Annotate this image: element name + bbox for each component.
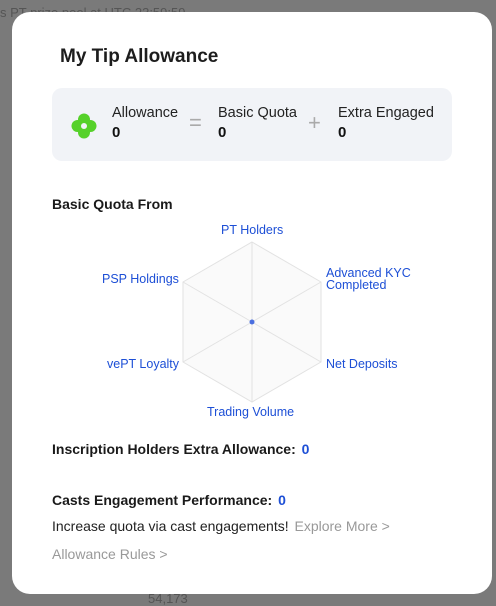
axis-label-psp-holdings: PSP Holdings <box>102 272 179 286</box>
allowance-rules-link[interactable]: Allowance Rules > <box>52 546 168 562</box>
equals-icon: = <box>189 110 202 135</box>
allowance-metric: Allowance 0 <box>112 105 178 141</box>
inscription-allowance: Inscription Holders Extra Allowance: 0 <box>52 441 309 457</box>
casts-info-text: Increase quota via cast engagements! <box>52 518 289 534</box>
tip-allowance-modal: My Tip Allowance Allowance 0 = Basic Quo… <box>12 12 492 594</box>
explore-more-link[interactable]: Explore More > <box>294 518 389 534</box>
plus-icon: + <box>308 110 321 135</box>
extra-engaged-metric: Extra Engaged 0 <box>338 105 434 141</box>
basic-quota-heading: Basic Quota From <box>52 196 173 212</box>
radar-value-point <box>249 319 255 325</box>
inscription-value: 0 <box>301 441 310 457</box>
basic-quota-metric: Basic Quota 0 <box>218 105 297 141</box>
allowance-summary-card: Allowance 0 = Basic Quota 0 + Extra Enga… <box>52 88 452 161</box>
axis-label-trading-volume: Trading Volume <box>207 405 295 419</box>
axis-label-pt-holders: PT Holders <box>221 223 284 237</box>
axis-label-advanced-kyc-2: Completed <box>326 278 387 292</box>
casts-info: Increase quota via cast engagements! Exp… <box>52 518 390 534</box>
extra-engaged-value: 0 <box>338 124 347 141</box>
axis-label-vept-loyalty: vePT Loyalty <box>107 357 180 371</box>
basic-quota-label: Basic Quota <box>218 105 297 121</box>
casts-engagement: Casts Engagement Performance: 0 <box>52 492 286 508</box>
clover-icon <box>71 113 97 139</box>
allowance-label: Allowance <box>112 105 179 121</box>
axis-label-net-deposits: Net Deposits <box>326 357 398 371</box>
inscription-label: Inscription Holders Extra Allowance: <box>52 441 296 457</box>
allowance-value: 0 <box>112 124 121 141</box>
casts-label: Casts Engagement Performance: <box>52 492 273 508</box>
extra-engaged-label: Extra Engaged <box>338 105 434 121</box>
modal-title: My Tip Allowance <box>60 46 219 67</box>
casts-value: 0 <box>278 492 286 508</box>
basic-quota-value: 0 <box>218 124 227 141</box>
